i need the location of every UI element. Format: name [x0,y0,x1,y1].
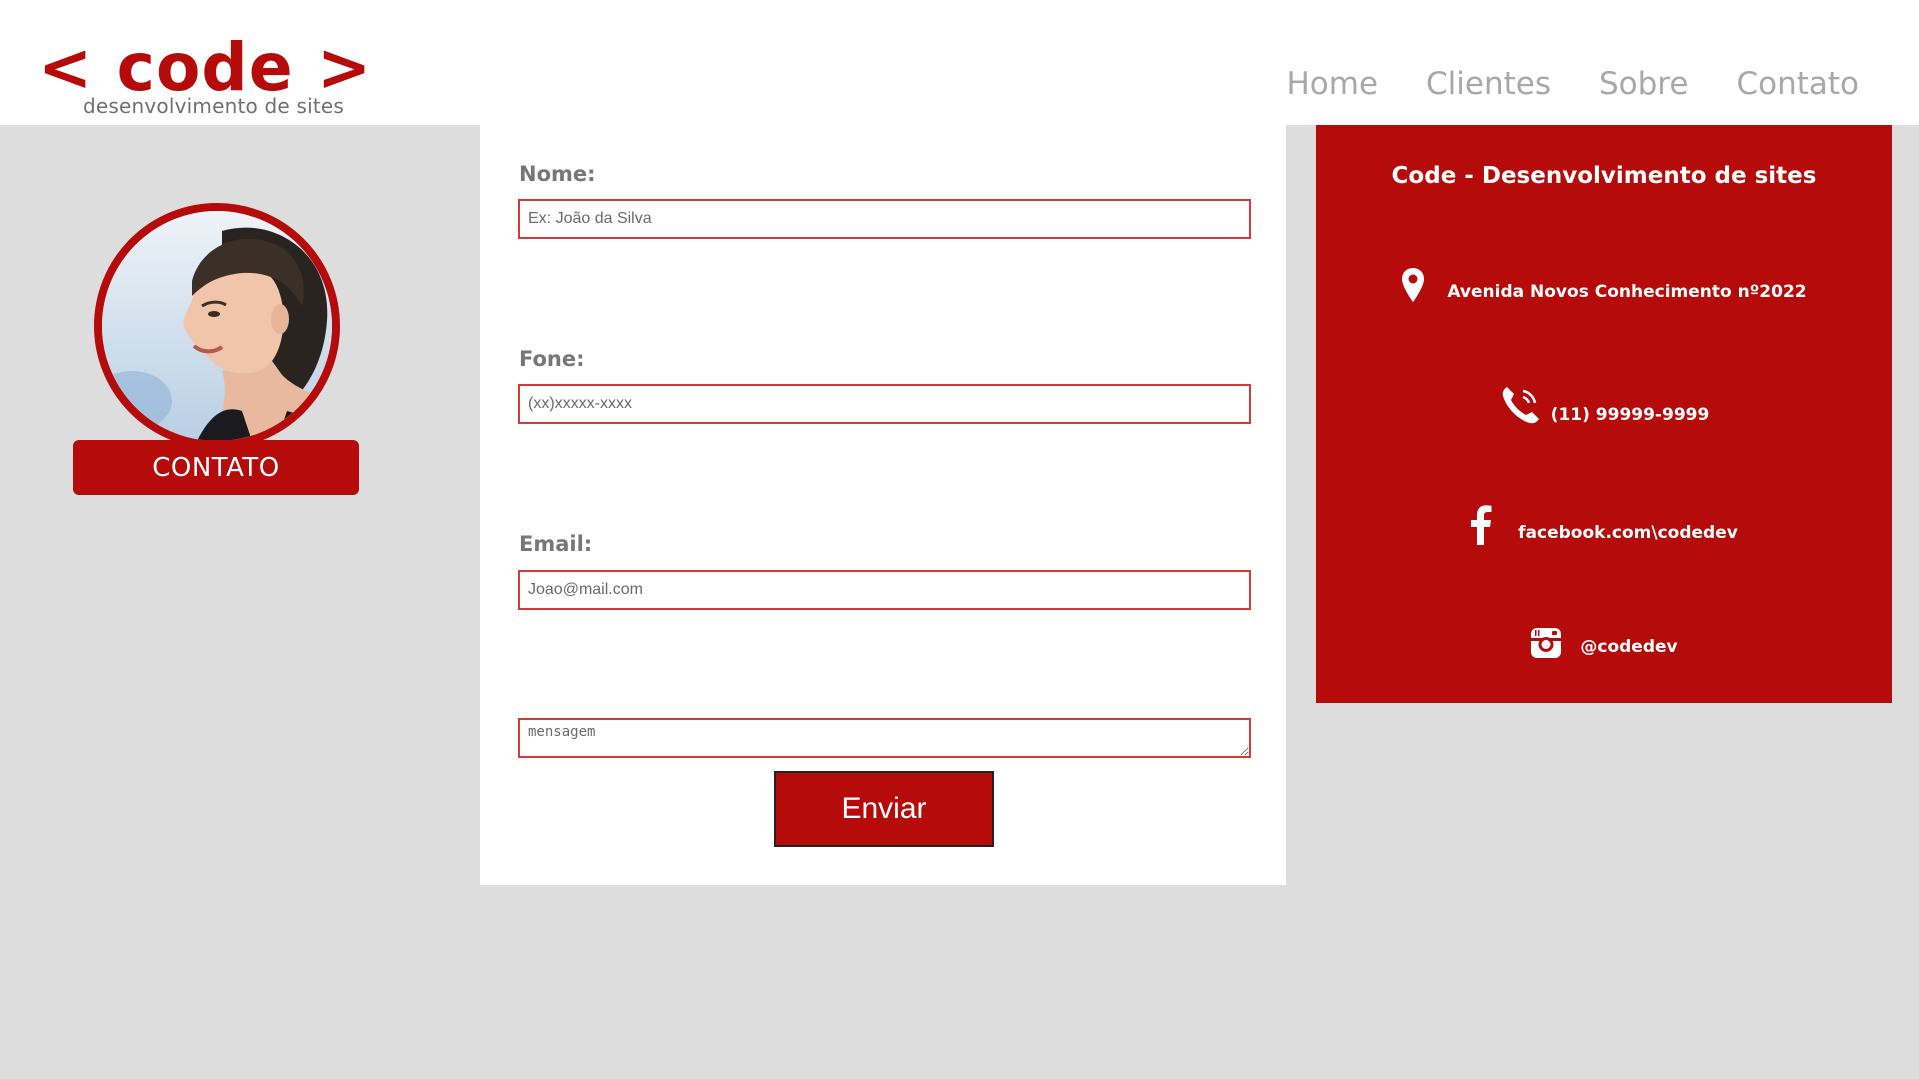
facebook-text: facebook.com\codedev [1518,523,1738,543]
facebook-icon [1471,505,1492,545]
address-row: Avenida Novos Conhecimento nº2022 [1316,268,1892,304]
map-pin-icon [1402,268,1425,302]
phone-text: (11) 99999-9999 [1550,405,1710,425]
phone-row: (11) 99999-9999 [1316,385,1892,427]
address-text: Avenida Novos Conhecimento nº2022 [1447,282,1807,302]
facebook-row[interactable]: facebook.com\codedev [1316,505,1892,545]
company-info-panel: Code - Desenvolvimento de sites Avenida … [1316,125,1892,703]
site-header: < code > desenvolvimento de sites Home C… [0,0,1919,125]
nav-item-clientes[interactable]: Clientes [1426,64,1551,104]
logo-tagline: desenvolvimento de sites [83,94,345,118]
email-input[interactable] [518,570,1251,610]
phone-label: Fone: [519,347,585,371]
phone-icon [1502,387,1539,424]
message-textarea[interactable] [518,718,1251,758]
phone-input[interactable] [518,384,1251,424]
email-label: Email: [519,532,593,556]
nav-item-contato[interactable]: Contato [1736,64,1859,104]
instagram-row[interactable]: @codedev [1316,627,1892,659]
profile-photo [94,203,340,449]
contact-form: Nome: Fone: Email: Enviar [480,125,1286,885]
instagram-text: @codedev [1580,637,1678,657]
profile-photo-illustration [102,211,332,441]
nav-item-sobre[interactable]: Sobre [1599,64,1688,104]
company-title: Code - Desenvolvimento de sites [1391,163,1817,189]
logo[interactable]: < code > desenvolvimento de sites [38,30,379,119]
name-input[interactable] [518,199,1251,239]
nav-item-home[interactable]: Home [1286,64,1378,104]
main-nav: Home Clientes Sobre Contato [1286,64,1859,104]
submit-button[interactable]: Enviar [774,771,994,847]
instagram-icon [1531,628,1562,658]
name-label: Nome: [519,162,596,186]
contact-badge[interactable]: CONTATO [73,440,359,495]
